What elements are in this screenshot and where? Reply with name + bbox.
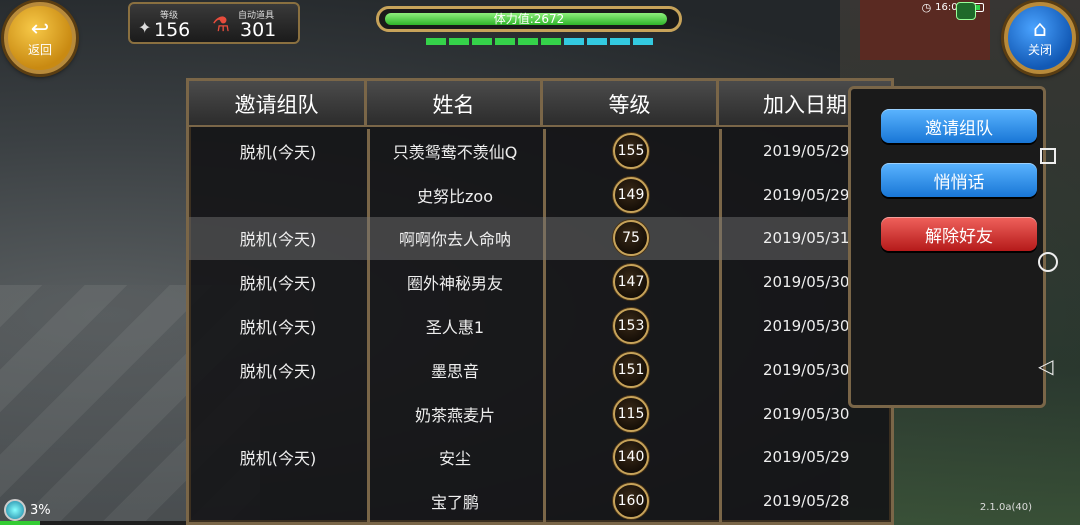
exp-bar-fill [0, 521, 40, 525]
level-badge: 155 [613, 132, 649, 169]
level-badge: 149 [613, 176, 649, 213]
level-cell: 151 [543, 348, 719, 392]
version-label: 2.1.0a(40) [979, 502, 1032, 513]
level-cell: 147 [543, 260, 719, 304]
level-badge: 160 [613, 483, 649, 520]
level-badge: 115 [613, 395, 649, 432]
exp-orb-icon [4, 499, 26, 521]
level-cell: 140 [543, 436, 719, 480]
clock-icon: ◷ [921, 0, 932, 14]
friends-table-body[interactable]: 脱机(今天) 只羡鸳鸯不羡仙Q 155 2019/05/29 史努比zoo 149 2019… [189, 129, 891, 525]
invite-team-button[interactable]: 邀请组队 [881, 109, 1037, 143]
level-badge: 75 [613, 220, 649, 257]
energy-pip [541, 38, 561, 45]
energy-pip [587, 38, 607, 45]
close-button-label: 关闭 [1027, 42, 1052, 57]
level-badge: 140 [613, 439, 649, 476]
status-cell: 脱机(今天) [239, 318, 317, 338]
friend-row[interactable]: 脱机(今天) 圈外神秘男友 147 2019/05/30 [189, 260, 891, 304]
energy-pip [633, 38, 653, 45]
back-button-label: 返回 [27, 42, 52, 57]
energy-pip [564, 38, 584, 45]
back-triangle-icon[interactable]: ◁ [1038, 354, 1053, 378]
whisper-button[interactable]: 悄悄话 [881, 163, 1037, 197]
status-cell: 脱机(今天) [239, 449, 317, 469]
energy-pip [610, 38, 630, 45]
battery-percent: 3% [30, 502, 51, 518]
exp-bar [0, 521, 186, 525]
bottom-status: 3% [4, 499, 51, 521]
header-name[interactable]: 姓名 [367, 81, 543, 127]
friend-row[interactable]: 史努比zoo 149 2019/05/29 [189, 173, 891, 217]
name-cell: 史努比zoo [417, 186, 493, 206]
energy-pip [472, 38, 492, 45]
home-circle-icon[interactable] [1038, 252, 1058, 272]
energy-pip [426, 38, 446, 45]
name-cell: 圣人惠1 [425, 318, 485, 338]
name-cell: 啊啊你去人命呐 [398, 230, 511, 250]
name-cell: 奶茶燕麦片 [414, 405, 495, 425]
header-level[interactable]: 等级 [543, 81, 719, 127]
name-cell: 安尘 [438, 449, 471, 469]
recent-apps-icon[interactable] [1040, 148, 1056, 164]
friend-row[interactable]: 脱机(今天) 啊啊你去人命呐 75 2019/05/31 [189, 216, 891, 261]
level-value: 156 [154, 19, 191, 41]
name-cell: 墨思音 [430, 361, 479, 381]
close-button[interactable]: ⌂ 关闭 [1004, 2, 1076, 74]
status-cell: 脱机(今天) [239, 230, 317, 250]
friend-row[interactable]: 脱机(今天) 墨思音 151 2019/05/30 [189, 348, 891, 392]
join-date-cell: 2019/05/28 [763, 492, 850, 511]
android-nav-bar: ◁ [1024, 120, 1080, 400]
friend-action-menu: 邀请组队 悄悄话 解除好友 [848, 86, 1046, 408]
status-cell: 脱机(今天) [239, 142, 317, 162]
level-cell: 149 [543, 173, 719, 217]
level-cell: 155 [543, 129, 719, 173]
status-cell: 脱机(今天) [239, 274, 317, 294]
status-cell [189, 392, 367, 436]
status-cell: 脱机(今天) [239, 361, 317, 381]
return-arrow-icon: ↩ [30, 16, 50, 42]
table-header: 邀请组队 姓名 等级 加入日期 [189, 81, 891, 127]
energy-pip [495, 38, 515, 45]
signal-icon [956, 2, 976, 20]
header-invite-team[interactable]: 邀请组队 [189, 81, 367, 127]
friend-row[interactable]: 脱机(今天) 只羡鸳鸯不羡仙Q 155 2019/05/29 [189, 129, 891, 173]
level-cell: 115 [543, 392, 719, 436]
level-cell: 153 [543, 304, 719, 348]
name-cell: 只羡鸳鸯不羡仙Q [392, 142, 518, 162]
home-icon: ⌂ [1033, 16, 1047, 42]
remove-friend-button[interactable]: 解除好友 [881, 217, 1037, 251]
level-badge: 151 [613, 351, 649, 388]
back-button[interactable]: ↩ 返回 [4, 2, 76, 74]
status-cell [189, 479, 367, 523]
player-stats-panel: ✦ 等级 156 ⚗ 自动道具 301 [128, 2, 300, 44]
energy-pips [426, 38, 653, 45]
friend-row[interactable]: 脱机(今天) 安尘 140 2019/05/29 [189, 436, 891, 480]
energy-pip [449, 38, 469, 45]
join-date-cell: 2019/05/29 [763, 448, 850, 467]
stamina-bar: 体力值:2672 [376, 6, 682, 50]
friend-row[interactable]: 奶茶燕麦片 115 2019/05/30 [189, 392, 891, 436]
stamina-text: 体力值:2672 [493, 12, 565, 26]
level-cell: 160 [543, 479, 719, 523]
level-wing-icon: ✦ [138, 18, 152, 37]
level-badge: 153 [613, 308, 649, 345]
friend-row[interactable]: 宝了鹏 160 2019/05/28 [189, 479, 891, 523]
potion-flask-icon: ⚗ [212, 12, 230, 36]
level-cell: 75 [543, 217, 719, 261]
level-badge: 147 [613, 264, 649, 301]
energy-pip [518, 38, 538, 45]
name-cell: 圈外神秘男友 [406, 274, 503, 294]
friends-list-panel: 邀请组队 姓名 等级 加入日期 脱机(今天) 只羡鸳鸯不羡仙Q 155 2019/05… [186, 78, 894, 525]
friend-row[interactable]: 脱机(今天) 圣人惠1 153 2019/05/30 [189, 304, 891, 348]
auto-item-value: 301 [240, 19, 277, 41]
status-cell [189, 173, 367, 217]
name-cell: 宝了鹏 [430, 493, 479, 513]
